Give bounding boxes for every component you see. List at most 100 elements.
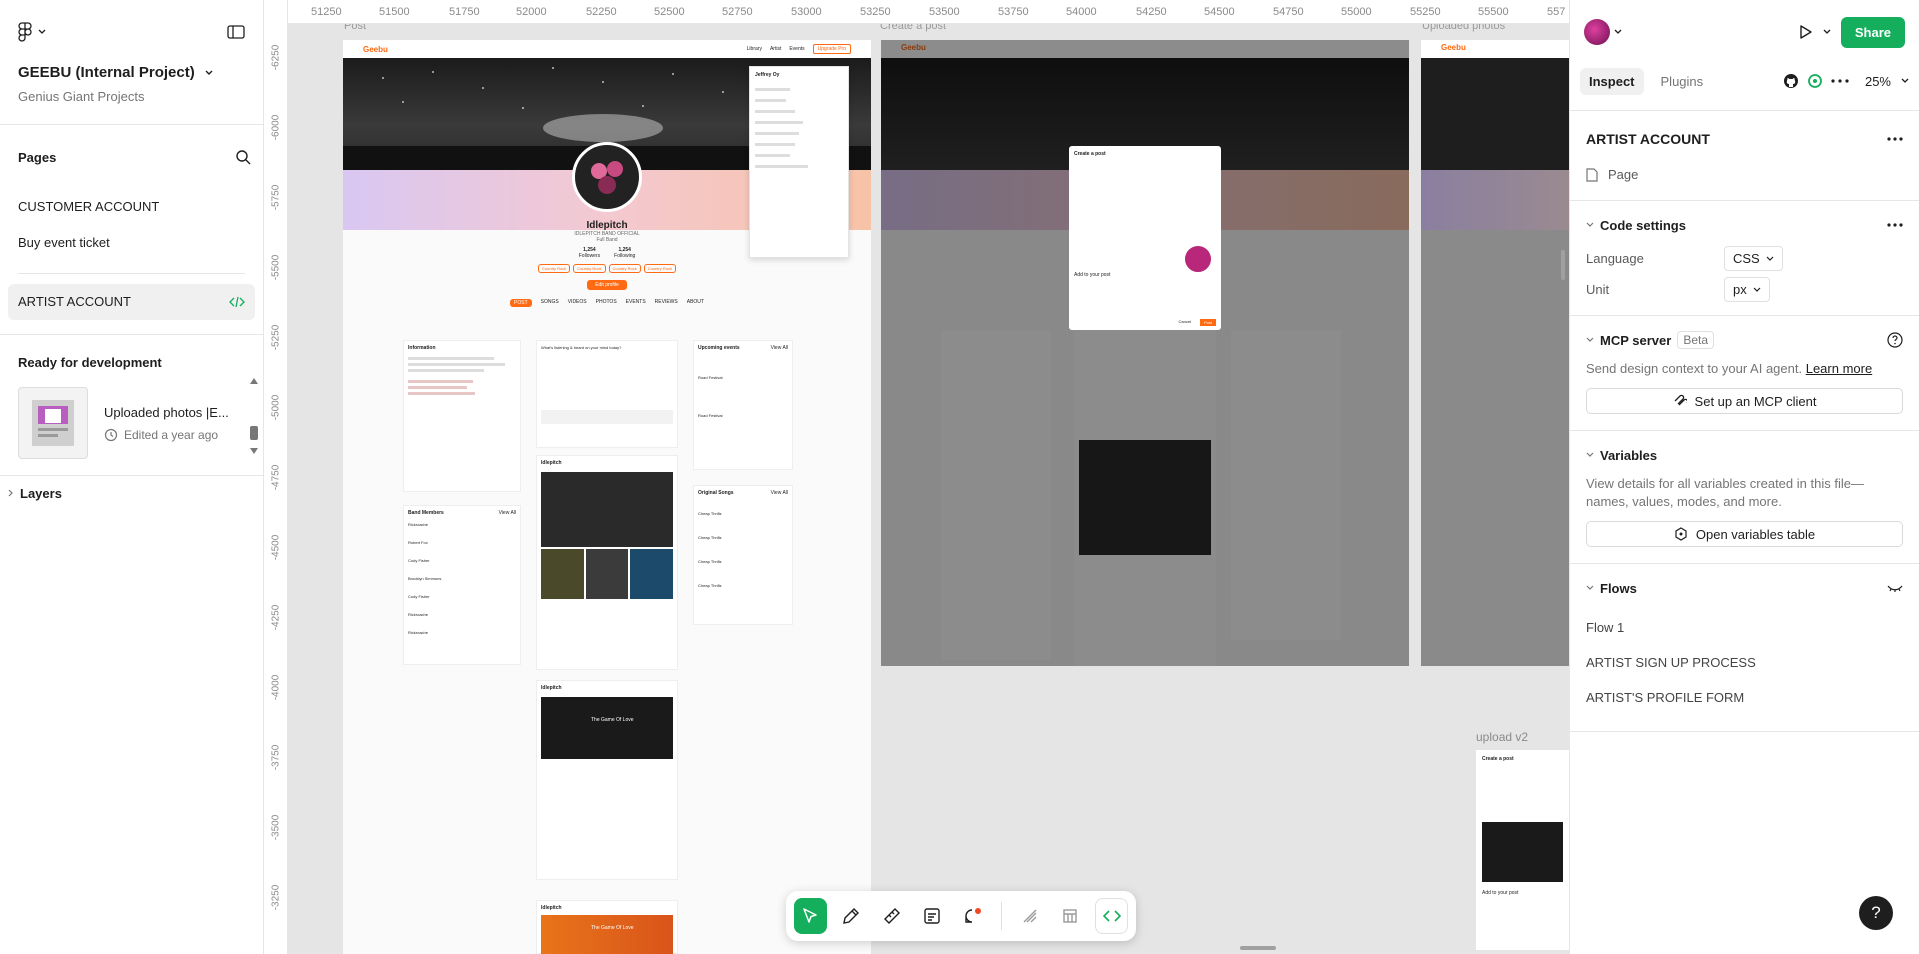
mcp-header[interactable]: MCP server Beta (1586, 326, 1903, 354)
mcp-section: MCP server Beta Send design context to yo… (1570, 315, 1919, 424)
tab-inspect[interactable]: Inspect (1580, 67, 1644, 95)
flows-header[interactable]: Flows (1586, 574, 1903, 602)
ready-item[interactable]: Uploaded photos |E... Edited a year ago (0, 381, 263, 465)
open-variables-button[interactable]: Open variables table (1586, 521, 1903, 547)
dev-mode-button[interactable] (1095, 898, 1128, 934)
project-name: GEEBU (Internal Project) (18, 64, 195, 81)
divider (1570, 731, 1919, 732)
variables-header[interactable]: Variables (1586, 441, 1903, 469)
figma-logo-icon (18, 22, 32, 42)
chevron-down-icon (1586, 337, 1594, 342)
followers-label: Followers (578, 253, 601, 259)
ruler-tick: 54250 (1136, 6, 1167, 18)
bottom-toolbar (786, 891, 1136, 941)
user-avatar-menu[interactable] (1584, 19, 1622, 45)
code-settings-header[interactable]: Code settings (1586, 211, 1903, 239)
toggle-sidebar-icon[interactable] (227, 25, 245, 39)
share-button[interactable]: Share (1840, 16, 1905, 48)
event-item: Road Festival (698, 413, 723, 418)
canvas[interactable]: Post Create a post Uploaded photos Geebu… (264, 0, 1569, 954)
chevron-down-icon[interactable] (1823, 29, 1831, 35)
scrollbar[interactable] (250, 378, 258, 458)
github-icon[interactable] (1783, 73, 1799, 89)
flow-item[interactable]: ARTIST'S PROFILE FORM (1586, 680, 1903, 715)
ruler-tick: 53750 (998, 6, 1029, 18)
main-menu-button[interactable] (18, 22, 46, 42)
page-item-buy-event-ticket[interactable]: Buy event ticket (0, 225, 263, 261)
annotate-tool-button[interactable] (916, 898, 949, 934)
chevron-down-icon (1586, 585, 1594, 590)
annotation-icon (924, 908, 940, 924)
move-tool-button[interactable] (794, 898, 827, 934)
member-item: Cody Fisher (408, 558, 430, 563)
uploaded-photos-frame[interactable]: Geebu (1421, 40, 1569, 666)
compose-placeholder: What's listening & heard on your mind to… (541, 345, 622, 350)
ruler-tick: -4500 (270, 534, 282, 561)
more-options-icon[interactable] (1887, 137, 1903, 141)
page-item-customer-account[interactable]: CUSTOMER ACCOUNT (0, 189, 263, 225)
component-tool-button[interactable] (1055, 898, 1088, 934)
chevron-down-icon (205, 70, 213, 75)
vertical-ruler: -6250 -6000 -5750 -5500 -5250 -5000 -4750 -4500… (264, 0, 288, 954)
edit-profile-button: Edit profile (587, 280, 627, 290)
profile-frame[interactable]: Geebu Library Artist Events Upgrade Pro Idl… (343, 40, 871, 954)
frame-label-upload-v2[interactable]: upload v2 (1476, 730, 1528, 744)
page-header: ARTIST ACCOUNT (1586, 125, 1903, 153)
original-songs-card: Original Songs View All Cheap Thrills Cheap… (693, 485, 793, 625)
flow-item[interactable]: ARTIST SIGN UP PROCESS (1586, 645, 1903, 680)
chevron-down-icon (1586, 452, 1594, 457)
open-variables-label: Open variables table (1695, 526, 1816, 542)
ruler-tick: 52250 (586, 6, 617, 18)
page-item-artist-account[interactable]: ARTIST ACCOUNT (8, 284, 255, 320)
zoom-control[interactable]: 25% (1865, 74, 1909, 89)
mcp-logo-icon (1674, 394, 1687, 406)
tab-plugins[interactable]: Plugins (1652, 68, 1713, 95)
ruler-icon (883, 908, 900, 924)
horizontal-scrollbar[interactable] (1240, 946, 1276, 950)
artist-avatar (572, 142, 642, 212)
avatar (1584, 19, 1610, 45)
left-sidebar: GEEBU (Internal Project) Genius Giant Pr… (0, 0, 264, 954)
draw-tool-button[interactable] (1014, 898, 1047, 934)
flow-item[interactable]: Flow 1 (1586, 610, 1903, 645)
setup-mcp-button[interactable]: Set up an MCP client (1586, 388, 1903, 414)
mock-tab: PHOTOS (595, 299, 617, 305)
song-title: The Game Of Love (541, 697, 673, 759)
language-select[interactable]: CSS (1724, 246, 1783, 271)
unit-row: Unit px (1586, 274, 1903, 305)
page-divider (18, 273, 245, 274)
user-dropdown-menu: Jeffrey Oy (749, 66, 849, 258)
layers-toggle[interactable]: Layers (0, 476, 263, 510)
post-card: Idlepitch (536, 455, 678, 670)
project-name-button[interactable]: GEEBU (Internal Project) (18, 64, 245, 81)
variables-icon (1675, 527, 1687, 541)
color-picker-button[interactable] (835, 898, 868, 934)
unit-select[interactable]: px (1724, 277, 1770, 302)
learn-more-link[interactable]: Learn more (1806, 361, 1872, 376)
band-photo-icon (591, 161, 623, 194)
create-post-frame[interactable]: Geebu Create a post Add to your post Cance… (881, 40, 1409, 666)
hide-eye-icon[interactable] (1887, 583, 1903, 593)
mock-upgrade-button: Upgrade Pro (812, 44, 851, 54)
left-topbar (0, 0, 263, 64)
vertical-scrollbar[interactable] (1561, 250, 1565, 280)
modal-cancel: Cancel (1178, 319, 1191, 324)
measure-tool-button[interactable] (875, 898, 908, 934)
view-all-link: View All (770, 490, 788, 496)
help-circle-icon[interactable] (1887, 332, 1903, 348)
comment-tool-button[interactable] (956, 898, 989, 934)
ruler-tick: -6250 (270, 44, 282, 71)
component-grid-icon (1063, 909, 1077, 923)
ruler-tick: 55500 (1478, 6, 1509, 18)
search-icon[interactable] (235, 149, 251, 165)
more-options-icon[interactable] (1887, 223, 1903, 227)
help-button[interactable]: ? (1859, 896, 1893, 930)
plugin-status-icon[interactable] (1807, 73, 1823, 89)
upload-v2-frame[interactable]: Create a post Add to your post (1476, 750, 1569, 950)
present-play-icon[interactable] (1797, 24, 1813, 40)
code-icon (1102, 910, 1121, 922)
more-options-icon[interactable] (1831, 79, 1849, 83)
right-topbar: Share (1570, 0, 1919, 64)
cursor-icon (803, 908, 818, 923)
pencil-lines-icon (1023, 909, 1037, 923)
